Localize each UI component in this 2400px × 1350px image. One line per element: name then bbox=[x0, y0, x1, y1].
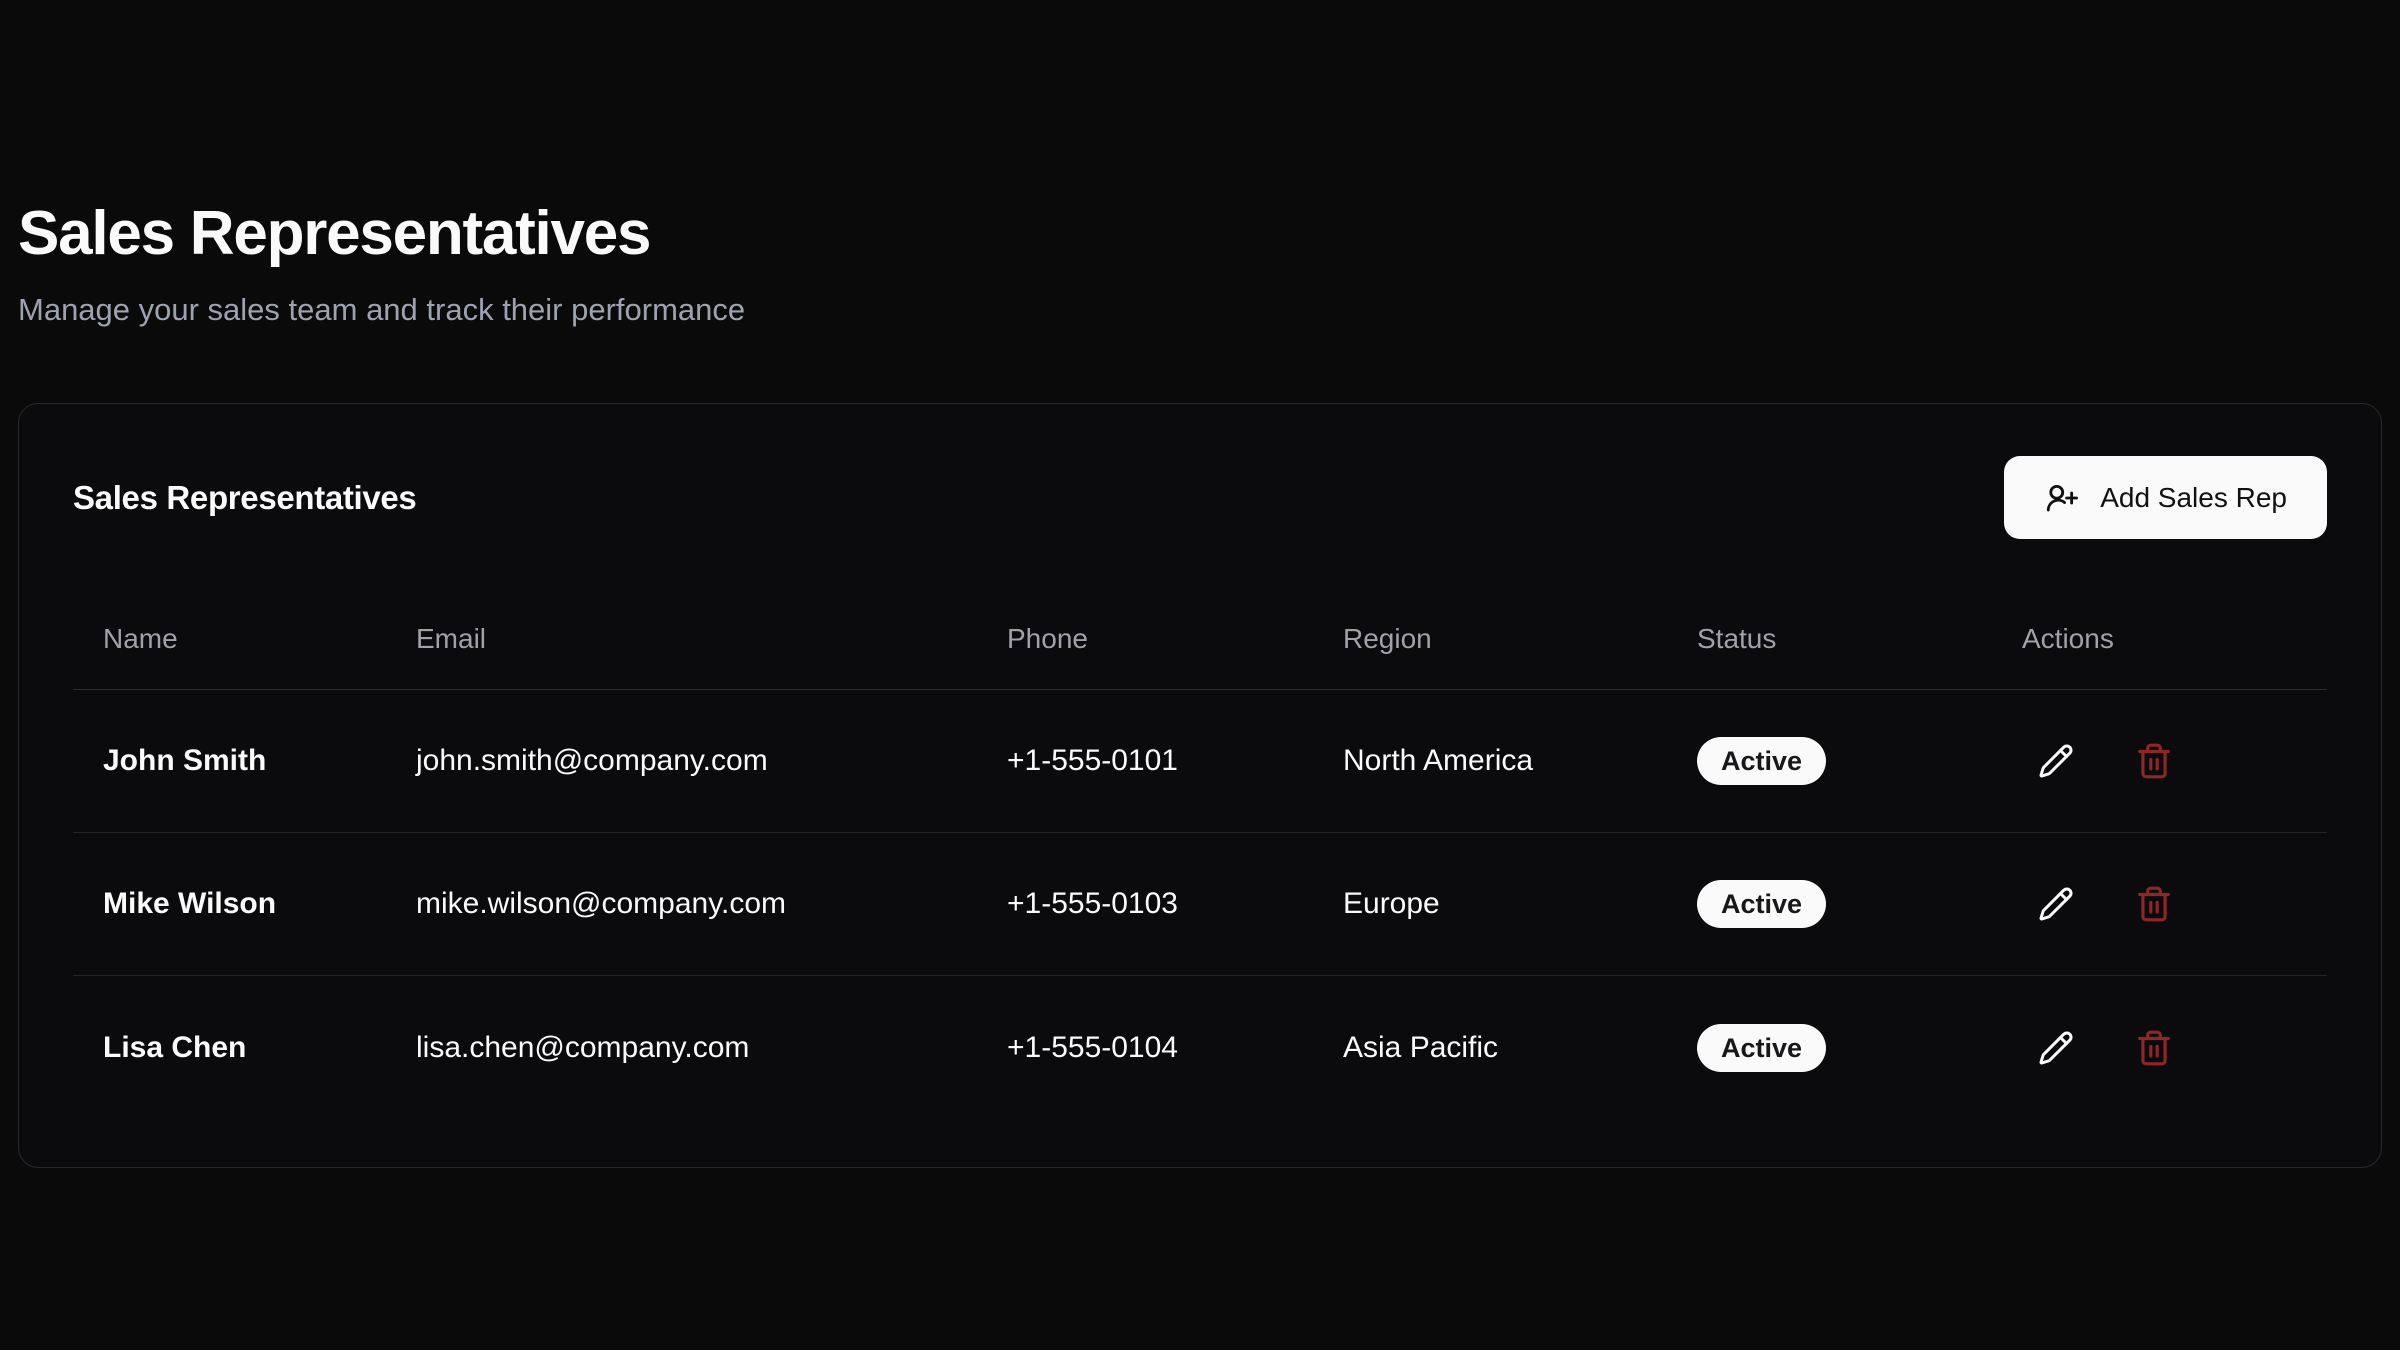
column-header-email: Email bbox=[386, 554, 977, 690]
rep-phone: +1-555-0101 bbox=[977, 690, 1313, 833]
status-badge: Active bbox=[1697, 737, 1826, 785]
trash-icon bbox=[2135, 742, 2173, 780]
rep-region: North America bbox=[1313, 690, 1667, 833]
sales-reps-card: Sales Representatives Add Sales Rep bbox=[18, 403, 2382, 1168]
table-row: Lisa Chen lisa.chen@company.com +1-555-0… bbox=[73, 976, 2327, 1119]
row-actions bbox=[2022, 741, 2297, 781]
trash-icon bbox=[2135, 885, 2173, 923]
row-actions bbox=[2022, 1028, 2297, 1068]
pencil-icon bbox=[2038, 886, 2074, 922]
rep-phone: +1-555-0103 bbox=[977, 833, 1313, 976]
column-header-phone: Phone bbox=[977, 554, 1313, 690]
page-subtitle: Manage your sales team and track their p… bbox=[18, 291, 2382, 328]
column-header-status: Status bbox=[1667, 554, 1992, 690]
rep-name: Lisa Chen bbox=[73, 976, 386, 1119]
column-header-actions: Actions bbox=[1992, 554, 2327, 690]
page: Sales Representatives Manage your sales … bbox=[0, 0, 2400, 1168]
pencil-icon bbox=[2038, 743, 2074, 779]
edit-button[interactable] bbox=[2036, 884, 2076, 924]
delete-button[interactable] bbox=[2134, 884, 2174, 924]
pencil-icon bbox=[2038, 1030, 2074, 1066]
add-sales-rep-button[interactable]: Add Sales Rep bbox=[2004, 456, 2327, 539]
status-badge: Active bbox=[1697, 880, 1826, 928]
user-plus-icon bbox=[2044, 481, 2078, 515]
trash-icon bbox=[2135, 1029, 2173, 1067]
add-sales-rep-label: Add Sales Rep bbox=[2100, 482, 2287, 514]
table-row: John Smith john.smith@company.com +1-555… bbox=[73, 690, 2327, 833]
rep-name: Mike Wilson bbox=[73, 833, 386, 976]
table-header-row: Name Email Phone Region Status Actions bbox=[73, 554, 2327, 690]
row-actions bbox=[2022, 884, 2297, 924]
rep-name: John Smith bbox=[73, 690, 386, 833]
column-header-region: Region bbox=[1313, 554, 1667, 690]
table-row: Mike Wilson mike.wilson@company.com +1-5… bbox=[73, 833, 2327, 976]
rep-phone: +1-555-0104 bbox=[977, 976, 1313, 1119]
edit-button[interactable] bbox=[2036, 741, 2076, 781]
rep-region: Asia Pacific bbox=[1313, 976, 1667, 1119]
page-title: Sales Representatives bbox=[18, 198, 2382, 269]
rep-email: lisa.chen@company.com bbox=[386, 976, 977, 1119]
rep-email: john.smith@company.com bbox=[386, 690, 977, 833]
rep-email: mike.wilson@company.com bbox=[386, 833, 977, 976]
column-header-name: Name bbox=[73, 554, 386, 690]
delete-button[interactable] bbox=[2134, 1028, 2174, 1068]
status-badge: Active bbox=[1697, 1024, 1826, 1072]
edit-button[interactable] bbox=[2036, 1028, 2076, 1068]
delete-button[interactable] bbox=[2134, 741, 2174, 781]
sales-reps-table: Name Email Phone Region Status Actions J… bbox=[73, 554, 2327, 1119]
card-header: Sales Representatives Add Sales Rep bbox=[73, 456, 2327, 539]
card-title: Sales Representatives bbox=[73, 479, 416, 517]
rep-region: Europe bbox=[1313, 833, 1667, 976]
